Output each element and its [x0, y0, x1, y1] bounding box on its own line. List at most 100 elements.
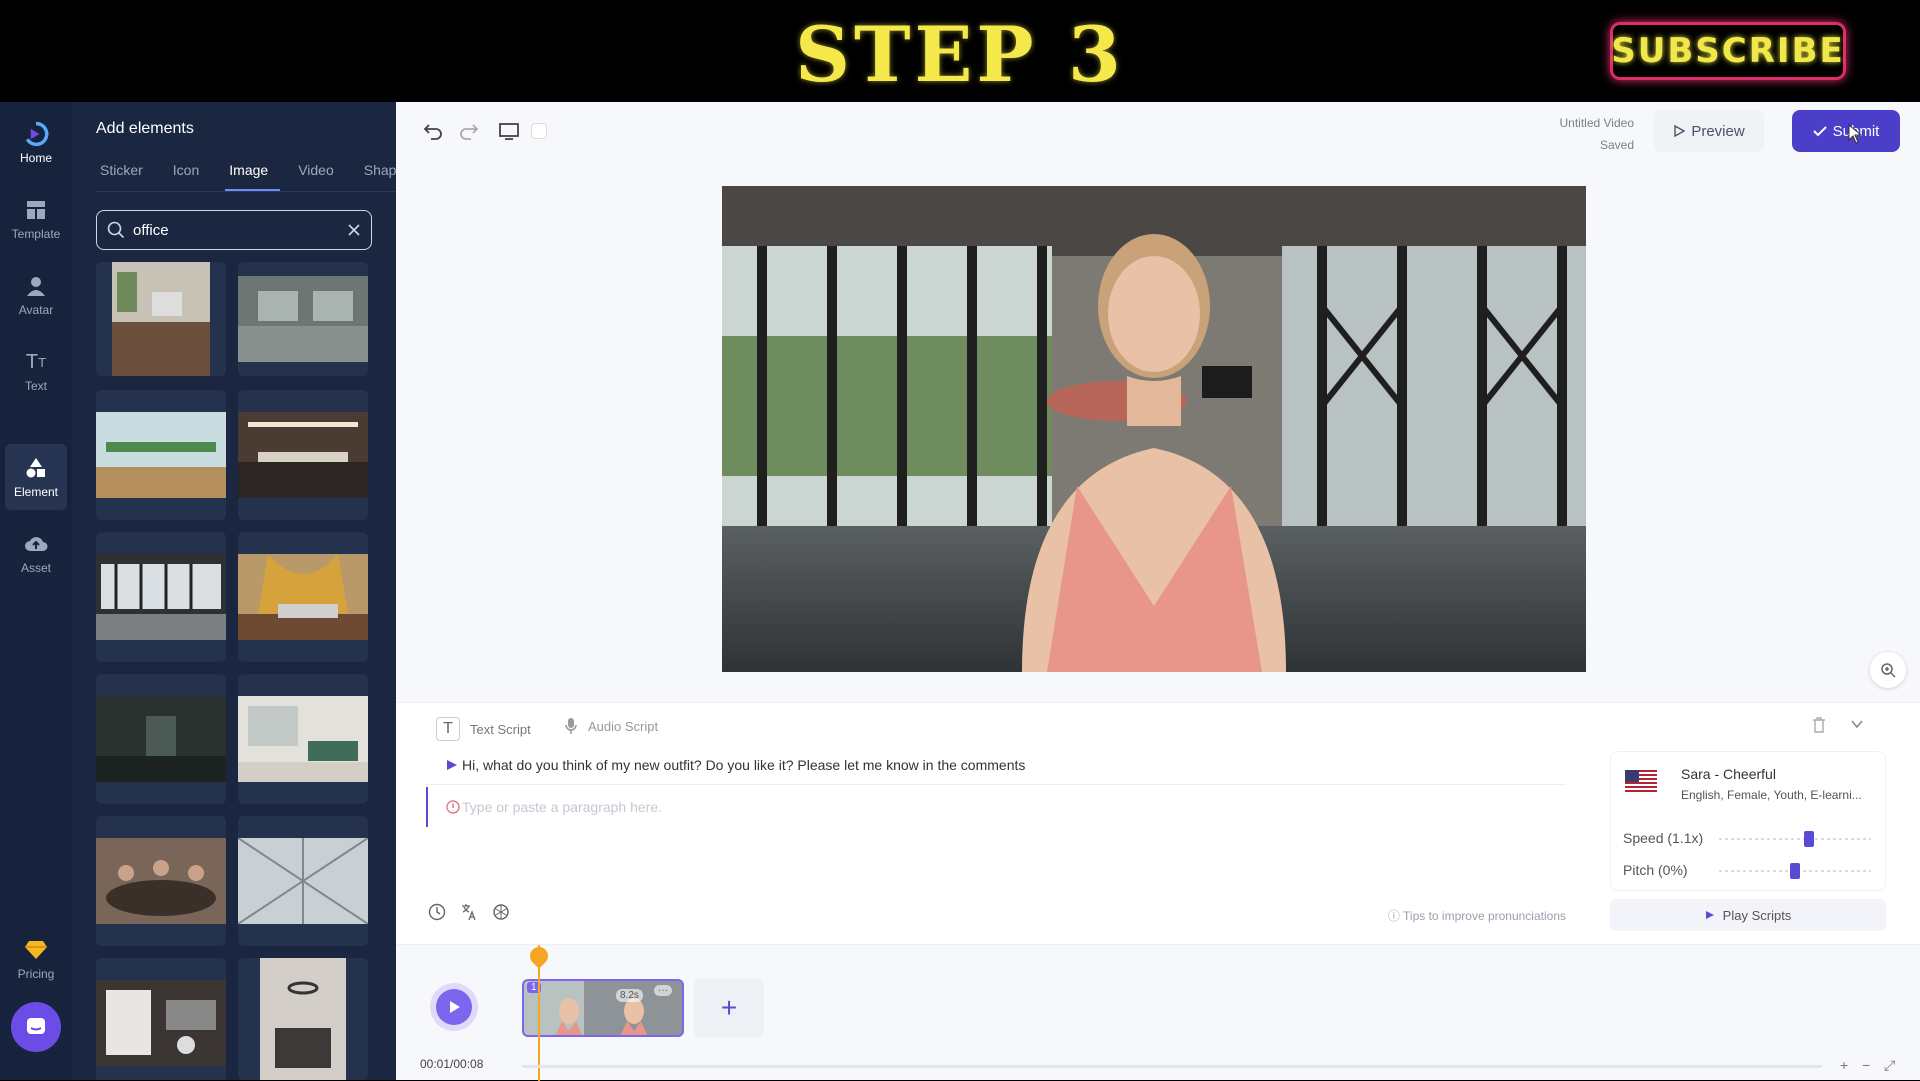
tab-icon[interactable]: Icon — [169, 158, 211, 191]
chevron-down-icon[interactable] — [1850, 717, 1864, 736]
rail-item-element[interactable]: Element — [5, 444, 67, 510]
zoom-canvas-button[interactable] — [1870, 652, 1906, 688]
translate-icon — [462, 904, 476, 921]
text-icon: TT — [25, 350, 47, 373]
pause-insert-button[interactable] — [426, 901, 448, 923]
cloud-upload-icon — [23, 531, 49, 557]
timeline-play-button[interactable] — [436, 989, 472, 1025]
tab-text-script[interactable]: T Text Script — [436, 717, 531, 741]
element-tabs: Sticker Icon Image Video Shape — [96, 158, 396, 192]
background-color-button[interactable] — [526, 118, 552, 144]
redo-icon — [460, 124, 479, 140]
warning-icon — [446, 800, 460, 814]
mouse-cursor-icon — [1848, 124, 1863, 144]
undo-button[interactable] — [420, 118, 446, 144]
nav-rail: Home Template Avatar TT Text Element Ass… — [0, 102, 72, 1080]
rail-label: Asset — [20, 561, 51, 575]
play-scripts-button[interactable]: Play Scripts — [1610, 899, 1886, 931]
rail-item-asset[interactable]: Asset — [0, 520, 72, 586]
add-elements-panel: Add elements Sticker Icon Image Video Sh… — [72, 102, 484, 1080]
info-icon: ⓘ — [1387, 909, 1404, 923]
add-scene-button[interactable]: + — [694, 979, 764, 1037]
office-desk-laptop — [112, 262, 210, 376]
play-paragraph-icon[interactable] — [446, 759, 458, 771]
trash-icon[interactable] — [1812, 717, 1826, 738]
more-options-icon[interactable]: ··· — [654, 985, 672, 996]
tab-image[interactable]: Image — [225, 158, 281, 191]
avatar-icon — [23, 273, 49, 299]
rail-label: Text — [24, 379, 47, 393]
image-thumb[interactable] — [238, 532, 368, 662]
timeline-zoom-in[interactable]: + — [1840, 1057, 1848, 1073]
timeline-scrollbar[interactable] — [522, 1065, 1822, 1068]
pitch-slider[interactable] — [1719, 863, 1871, 879]
plus-icon: + — [720, 992, 738, 1023]
save-status: Saved — [1599, 138, 1634, 152]
color-swatch — [531, 123, 547, 139]
document-info: Untitled Video Saved — [1560, 112, 1635, 156]
pitch-label: Pitch (0%) — [1623, 862, 1688, 878]
video-canvas[interactable] — [722, 186, 1586, 672]
aspect-ratio-button[interactable] — [496, 118, 522, 144]
panel-title: Add elements — [96, 120, 194, 137]
tab-shape[interactable]: Shape — [360, 158, 396, 191]
script-editor: T Text Script Audio Script Hi, what do y… — [396, 702, 1920, 944]
rail-item-avatar[interactable]: Avatar — [0, 262, 72, 328]
audio-script-label: Audio Script — [588, 718, 659, 734]
timeline-clip[interactable]: 1 8.2s ··· — [522, 979, 684, 1037]
expand-icon[interactable]: ⤢ — [1884, 1057, 1895, 1074]
image-thumb[interactable] — [238, 262, 368, 376]
voice-name[interactable]: Sara - Cheerful — [1681, 766, 1776, 782]
rail-item-pricing[interactable]: Pricing — [0, 926, 72, 992]
speed-slider[interactable] — [1719, 831, 1871, 847]
office-desk-topdown — [96, 980, 226, 1066]
microphone-icon — [565, 718, 577, 734]
submit-button[interactable]: Submit — [1792, 110, 1900, 152]
document-title[interactable]: Untitled Video — [1560, 112, 1635, 134]
playhead-handle[interactable] — [526, 943, 552, 969]
tab-audio-script[interactable]: Audio Script — [564, 717, 658, 735]
play-icon — [1705, 911, 1714, 919]
office-meeting — [96, 838, 226, 924]
clear-search-icon[interactable] — [347, 223, 361, 237]
office-empty-room — [238, 276, 368, 362]
play-outline-icon — [1674, 125, 1686, 137]
rail-item-template[interactable]: Template — [0, 186, 72, 252]
chat-support-button[interactable] — [11, 1002, 61, 1052]
image-thumb[interactable] — [238, 674, 368, 804]
image-thumb[interactable] — [238, 390, 368, 520]
speed-slider-knob[interactable] — [1804, 831, 1815, 847]
script-placeholder: Type or paste a paragraph here. — [462, 799, 663, 815]
video-overlay-banner: STEP 3 SUBSCRIBE — [0, 0, 1920, 102]
timeline-zoom-out[interactable]: − — [1862, 1057, 1870, 1073]
image-thumb[interactable] — [96, 390, 226, 520]
script-paragraph-empty[interactable]: Type or paste a paragraph here. — [426, 787, 1566, 827]
voice-settings-card: Sara - Cheerful English, Female, Youth, … — [1610, 751, 1886, 891]
ai-assist-button[interactable] — [490, 901, 512, 923]
rail-item-text[interactable]: TT Text — [0, 338, 72, 404]
script-paragraph[interactable]: Hi, what do you think of my new outfit? … — [426, 745, 1566, 785]
redo-button[interactable] — [456, 118, 482, 144]
translate-button[interactable] — [458, 901, 480, 923]
pitch-slider-knob[interactable] — [1790, 863, 1800, 879]
image-thumb[interactable] — [96, 262, 226, 376]
rail-label: Avatar — [18, 303, 54, 317]
logo-icon — [23, 121, 49, 147]
image-thumb[interactable] — [96, 674, 226, 804]
preview-button[interactable]: Preview — [1654, 110, 1764, 152]
image-thumb[interactable] — [96, 958, 226, 1080]
pronunciation-tips-link[interactable]: ⓘ Tips to improve pronunciations — [1156, 907, 1566, 924]
us-flag-icon — [1625, 770, 1657, 792]
image-thumb[interactable] — [238, 958, 368, 1080]
search-input[interactable] — [133, 221, 347, 239]
office-atrium — [238, 838, 368, 924]
text-script-icon: T — [436, 717, 460, 741]
rail-item-home[interactable]: Home — [0, 110, 72, 176]
image-thumb[interactable] — [96, 816, 226, 946]
image-thumb[interactable] — [96, 532, 226, 662]
image-thumb[interactable] — [238, 816, 368, 946]
tab-video[interactable]: Video — [294, 158, 346, 191]
search-icon — [107, 221, 125, 239]
image-search — [96, 210, 372, 250]
tab-sticker[interactable]: Sticker — [96, 158, 155, 191]
